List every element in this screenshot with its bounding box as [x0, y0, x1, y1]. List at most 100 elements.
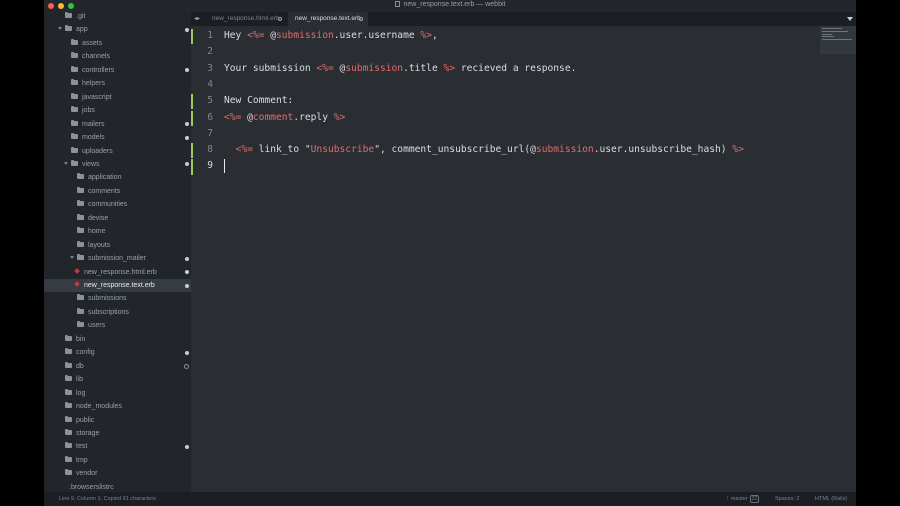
modified-marker-icon: [185, 162, 189, 167]
code-line[interactable]: Your submission <%= @submission.title %>…: [224, 61, 576, 77]
code-line[interactable]: <%= link_to "Unsubscribe", comment_unsub…: [224, 142, 744, 158]
tab-nav-arrows-icon[interactable]: ◂▸: [194, 16, 200, 22]
tree-item-helpers[interactable]: helpers: [44, 77, 191, 90]
text-token: Hey: [224, 30, 248, 41]
line-number: 6: [207, 111, 213, 123]
tree-item-subscriptions[interactable]: subscriptions: [44, 306, 191, 319]
tree-item-db[interactable]: db: [44, 360, 191, 373]
tree-item-app[interactable]: app: [44, 23, 191, 36]
tree-item-bin[interactable]: bin: [44, 333, 191, 346]
tree-item-jobs[interactable]: jobs: [44, 104, 191, 117]
erb-tag-token: <%=: [224, 111, 242, 123]
disclosure-arrow-icon[interactable]: [70, 256, 74, 260]
text-cursor: [224, 159, 225, 174]
tree-item-communities[interactable]: communities: [44, 198, 191, 211]
tree-item-submission-mailer[interactable]: submission_mailer: [44, 252, 191, 265]
tree-item-label: channels: [82, 53, 111, 61]
folder-icon: [71, 146, 78, 153]
minimap[interactable]: [820, 26, 856, 54]
tree-item-vendor[interactable]: vendor: [44, 467, 191, 480]
window-title: new_response.text.erb — webbit: [44, 1, 856, 8]
folder-icon: [71, 38, 78, 45]
tree-item-views[interactable]: views: [44, 158, 191, 171]
tree-item-layouts[interactable]: layouts: [44, 239, 191, 252]
tab-new-response-html[interactable]: new_response.html.erb: [205, 12, 287, 26]
code-editor[interactable]: 123456789 Hey <%= @submission.user.usern…: [191, 26, 856, 492]
tree-item-home[interactable]: home: [44, 225, 191, 238]
erb-tag-token: %>: [732, 144, 744, 156]
untracked-marker-icon: [184, 364, 189, 370]
folder-icon: [65, 402, 72, 409]
tree-item-new-response-text-erb[interactable]: new_response.text.erb: [44, 279, 191, 292]
tree-item-controllers[interactable]: controllers: [44, 64, 191, 77]
tree-item-label: log: [76, 389, 86, 397]
line-number: 2: [207, 46, 213, 58]
disclosure-arrow-icon[interactable]: [64, 161, 68, 165]
disclosure-arrow-icon[interactable]: [58, 27, 62, 31]
tree-item-config[interactable]: config: [44, 346, 191, 359]
tree-item-javascript[interactable]: javascript: [44, 91, 191, 104]
modified-marker-icon: [185, 68, 189, 73]
minimap-line: [822, 36, 834, 37]
line-number: 9: [207, 160, 213, 172]
folder-icon: [77, 213, 84, 220]
tree-item-public[interactable]: public: [44, 414, 191, 427]
erb-tag-token: %>: [443, 62, 456, 74]
tree-item-label: config: [76, 349, 95, 357]
tree-item-mailers[interactable]: mailers: [44, 118, 191, 131]
git-modified-marker: [191, 94, 193, 110]
editor-window: .git app assets channels controllers helpers j…: [44, 0, 856, 506]
tree-item-models[interactable]: models: [44, 131, 191, 144]
tree-item-submissions[interactable]: submissions: [44, 292, 191, 305]
tree-item-comments[interactable]: comments: [44, 185, 191, 198]
syntax-status[interactable]: HTML (Rails): [815, 492, 847, 506]
git-branch-status[interactable]: ᚴ master 22: [726, 492, 760, 506]
branch-count-badge: 22: [749, 495, 760, 503]
line-number: 5: [207, 95, 213, 107]
tree-item-label: devise: [88, 214, 109, 222]
text-token: link_to ": [252, 144, 311, 156]
tree-item-assets[interactable]: assets: [44, 37, 191, 50]
code-line[interactable]: <%= @comment.reply %>: [224, 110, 345, 126]
tree-item-channels[interactable]: channels: [44, 50, 191, 63]
title-bar: new_response.text.erb — webbit: [44, 0, 856, 12]
status-bar: Line 9, Column 1; Copied 91 characters ᚴ…: [44, 492, 856, 506]
tree-item-application[interactable]: application: [44, 171, 191, 184]
folder-icon: [77, 307, 84, 314]
variable-token: submission: [276, 30, 334, 41]
folder-icon: [65, 348, 72, 355]
erb-tag-token: <%=: [235, 144, 253, 156]
tree-item-label: db: [76, 362, 84, 370]
tree-item-uploaders[interactable]: uploaders: [44, 145, 191, 158]
code-line[interactable]: New Comment:: [224, 93, 293, 109]
tree-item-label: comments: [88, 187, 121, 195]
tree-item-test[interactable]: test: [44, 440, 191, 453]
tree-item-users[interactable]: users: [44, 319, 191, 332]
minimap-line: [822, 39, 852, 40]
folder-icon: [77, 321, 84, 328]
folder-icon: [71, 92, 78, 99]
tree-item-label: .git: [76, 13, 86, 20]
tree-item-lib[interactable]: lib: [44, 373, 191, 386]
text-token: .user.username: [333, 30, 421, 41]
tab-close-icon[interactable]: [359, 17, 363, 21]
tab-close-icon[interactable]: [278, 17, 282, 21]
tree-item-label: home: [88, 228, 106, 236]
tree-item-node-modules[interactable]: node_modules: [44, 400, 191, 413]
tree-item-tmp[interactable]: tmp: [44, 454, 191, 467]
erb-tag-token: <%=: [247, 30, 265, 41]
folder-icon: [77, 173, 84, 180]
modified-marker-icon: [185, 350, 189, 355]
indentation-status[interactable]: Spaces: 2: [775, 492, 799, 506]
code-line[interactable]: Hey <%= @submission.user.username %>,: [224, 28, 438, 44]
tab-new-response-text[interactable]: new_response.text.erb: [288, 12, 368, 26]
text-token: New Comment:: [224, 95, 294, 107]
tree-item-label: subscriptions: [88, 308, 129, 316]
tree-item-devise[interactable]: devise: [44, 212, 191, 225]
tree-item-new-response-html-erb[interactable]: new_response.html.erb: [44, 266, 191, 279]
folder-icon: [65, 25, 72, 32]
tree-item-log[interactable]: log: [44, 387, 191, 400]
tab-list-dropdown-icon[interactable]: [847, 17, 853, 21]
variable-token: submission: [535, 144, 594, 156]
tree-item-storage[interactable]: storage: [44, 427, 191, 440]
